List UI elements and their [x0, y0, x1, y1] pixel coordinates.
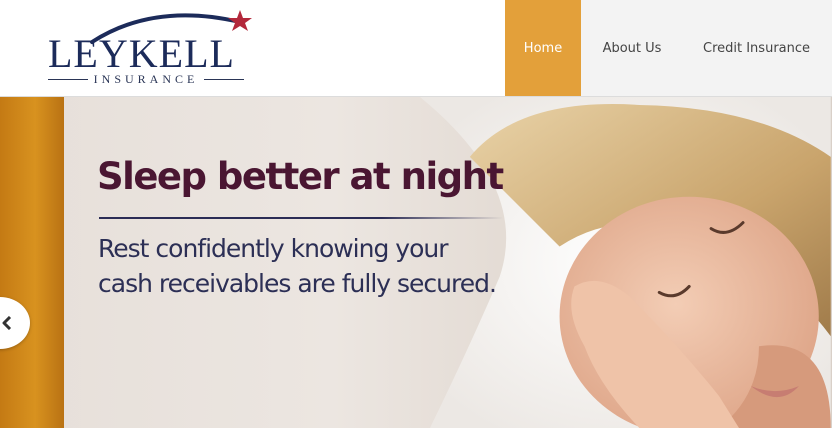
logo-tagline: INSURANCE [93, 72, 199, 86]
banner-accent-stripe [0, 97, 64, 428]
logo[interactable]: LEYKELL INSURANCE [44, 8, 264, 90]
logo-rule-right [204, 79, 245, 80]
banner-subtext-line-2: cash receivables are fully secured. [98, 269, 497, 298]
main-nav: Home About Us Credit Insurance [505, 0, 832, 96]
nav-about-us[interactable]: About Us [581, 0, 683, 96]
banner-headline: Sleep better at night [97, 155, 504, 198]
logo-tagline-row: INSURANCE [48, 72, 245, 87]
site-header: LEYKELL INSURANCE Home About Us Credit I… [0, 0, 832, 96]
hero-banner: Sleep better at night Rest confidently k… [0, 96, 832, 428]
banner-subtext: Rest confidently knowing your cash recei… [98, 231, 518, 301]
chevron-left-icon [2, 316, 12, 330]
banner-subtext-line-1: Rest confidently knowing your [98, 234, 449, 263]
star-icon [228, 10, 252, 31]
banner-divider [99, 217, 503, 219]
logo-rule-left [48, 79, 88, 80]
nav-home[interactable]: Home [505, 0, 581, 96]
logo-wordmark: LEYKELL [48, 31, 235, 76]
nav-credit-insurance[interactable]: Credit Insurance [683, 0, 832, 96]
